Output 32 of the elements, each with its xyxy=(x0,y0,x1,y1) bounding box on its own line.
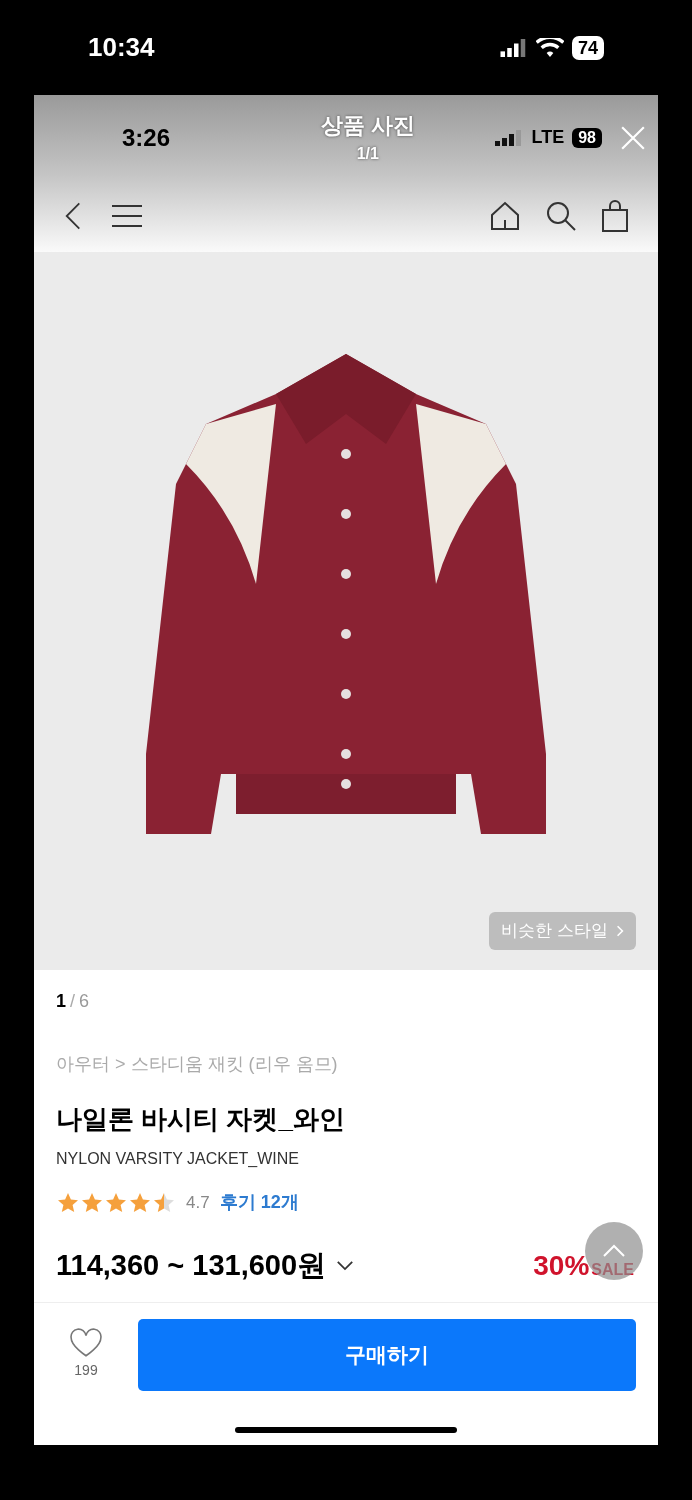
home-icon[interactable] xyxy=(490,201,520,231)
rating-value: 4.7 xyxy=(186,1191,210,1214)
chevron-up-icon xyxy=(602,1244,626,1258)
network-label: LTE xyxy=(531,126,565,149)
pager-current: 1 xyxy=(56,990,66,1013)
product-english-name: NYLON VARSITY JACKET_WINE xyxy=(56,1149,300,1169)
breadcrumb: 아우터 > 스타디움 재킷 (리우 옴므) xyxy=(56,1053,339,1076)
reviews-link[interactable]: 후기 12개 xyxy=(219,1189,299,1216)
wifi-icon xyxy=(535,37,564,58)
shopping-bag-icon[interactable] xyxy=(602,200,628,232)
heart-icon[interactable] xyxy=(69,1328,103,1358)
back-icon[interactable] xyxy=(64,201,82,231)
discount-percent: 30% xyxy=(533,1248,590,1283)
pager-separator: / xyxy=(70,990,76,1013)
status-time: 10:34 xyxy=(88,31,155,64)
price-range: 114,360 ~ 131,600원 xyxy=(56,1248,327,1283)
like-count: 199 xyxy=(74,1361,98,1380)
viewer-status-time: 3:26 xyxy=(122,122,172,153)
product-name: 나일론 바시티 자켓_와인 xyxy=(56,1103,346,1136)
chevron-down-icon[interactable] xyxy=(336,1260,355,1272)
signal-icon xyxy=(493,129,524,146)
sale-label: SALE xyxy=(591,1259,634,1280)
menu-icon[interactable] xyxy=(112,204,142,228)
pager-total: 6 xyxy=(79,990,90,1013)
viewer-title: 상품 사진 xyxy=(320,112,415,140)
battery-level: 98 xyxy=(572,127,602,148)
photo-counter: 1/1 xyxy=(356,144,379,164)
search-icon[interactable] xyxy=(546,201,576,231)
signal-icon xyxy=(499,38,528,57)
buy-button[interactable]: 구매하기 xyxy=(138,1318,636,1391)
chevron-right-icon xyxy=(616,924,624,938)
battery-level: 74 xyxy=(571,35,604,60)
